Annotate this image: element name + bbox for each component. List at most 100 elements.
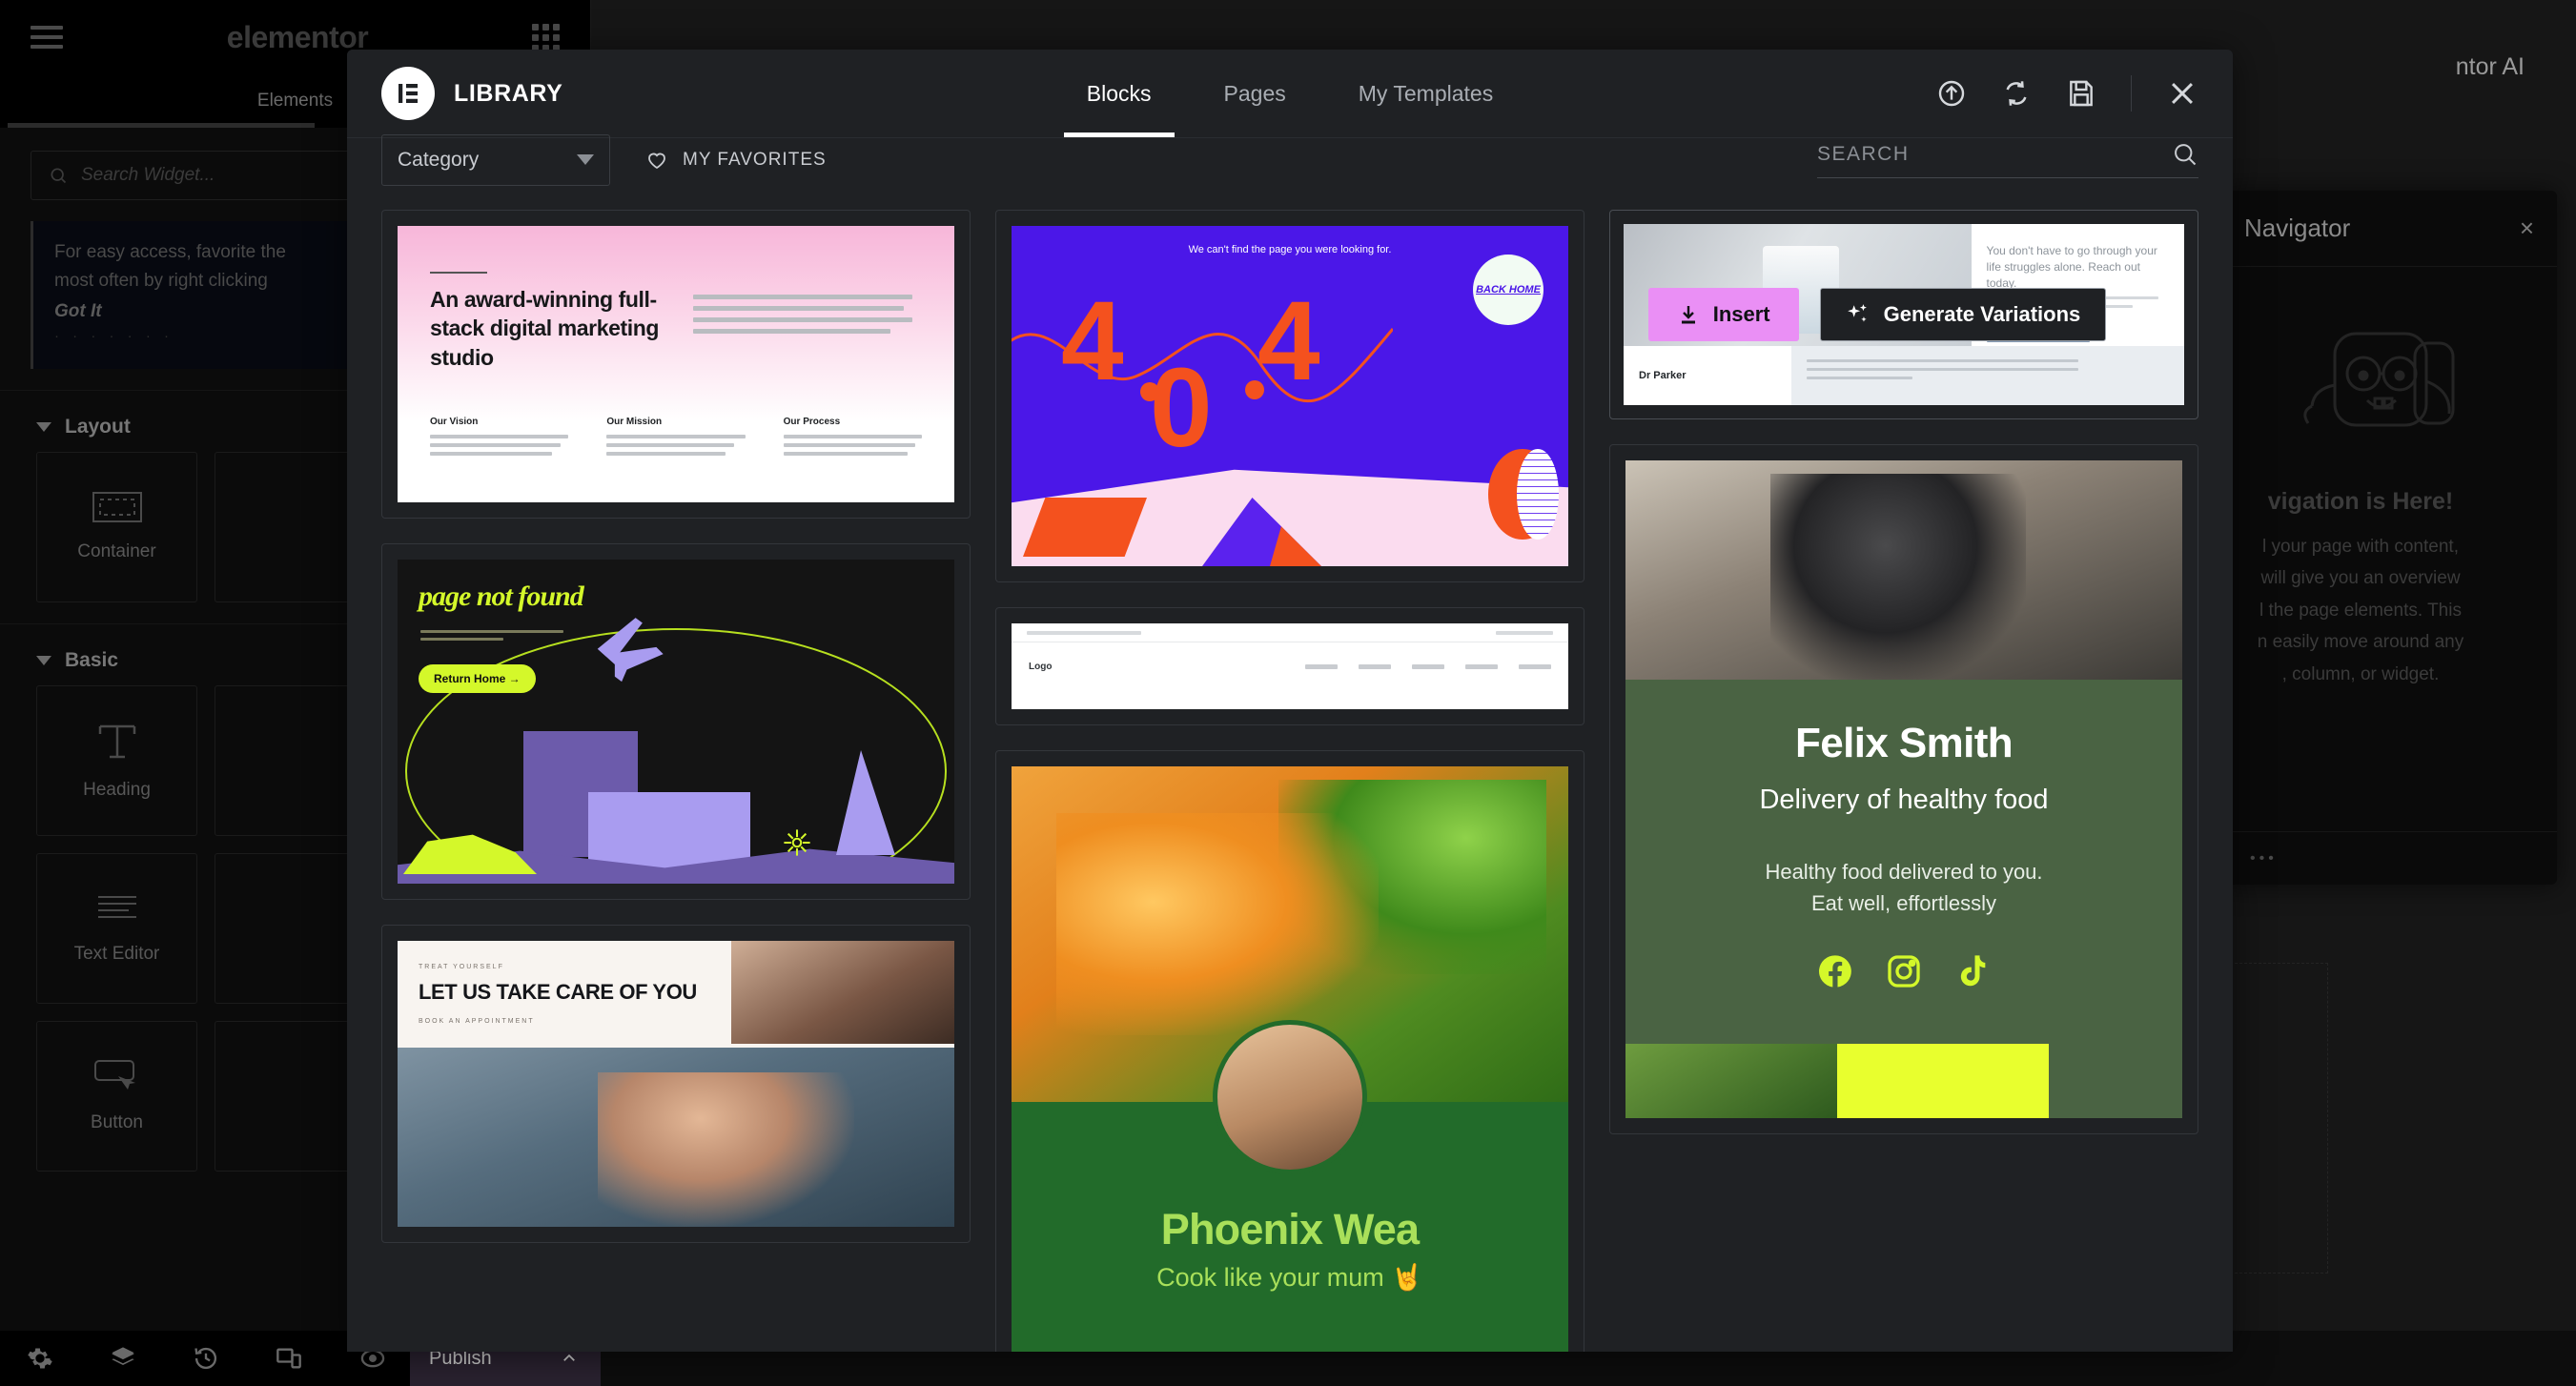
template-card[interactable]: An award-winning full-stack digital mark… xyxy=(381,210,971,519)
download-icon xyxy=(1681,306,1695,324)
search-icon xyxy=(2175,144,2197,166)
widget-text-editor[interactable]: Text Editor xyxy=(36,853,197,1005)
thumb-column: Our Process xyxy=(783,417,922,460)
menu-icon[interactable] xyxy=(31,26,63,49)
template-card[interactable]: Logo xyxy=(995,607,1584,725)
favorite-button[interactable] xyxy=(2127,299,2159,330)
thumb-description: Healthy food delivered to you. Eat well,… xyxy=(1625,856,2182,919)
category-select[interactable]: Category xyxy=(381,133,610,186)
template-library-modal: LIBRARY Blocks Pages My Templates Catego… xyxy=(347,50,2233,1352)
template-thumbnail: We can't find the page you were looking … xyxy=(1012,226,1568,566)
template-thumbnail: Logo xyxy=(1012,623,1568,709)
tab-blocks[interactable]: Blocks xyxy=(1051,50,1188,137)
tab-elements[interactable]: Elements xyxy=(257,91,333,112)
navigator-empty-line-0: l your page with content, xyxy=(2262,537,2459,557)
generate-variations-button[interactable]: Generate Variations xyxy=(1819,288,2107,341)
generate-variations-label: Generate Variations xyxy=(1883,302,2081,326)
thumb-logo: Logo xyxy=(1029,661,1053,672)
section-title-basic: Basic xyxy=(65,649,119,672)
grid-apps-icon[interactable] xyxy=(532,23,560,51)
thumb-footer: Dr Parker xyxy=(1624,346,2184,405)
thumb-subtitle: Delivery of healthy food xyxy=(1759,785,2049,815)
navigator-panel: Navigator × vigation is Here! l your pag… xyxy=(2221,191,2557,885)
navigator-empty-line-1: will give you an overview xyxy=(2260,568,2461,589)
insert-button[interactable]: Insert xyxy=(1647,288,1799,341)
chevron-up-icon xyxy=(563,1354,575,1361)
thumb-dot xyxy=(1140,382,1159,401)
tab-underline xyxy=(8,123,315,128)
thumb-text-block: TREAT YOURSELF LET US TAKE CARE OF YOU B… xyxy=(398,941,732,1048)
insert-label: Insert xyxy=(1712,302,1770,326)
thumb-dot xyxy=(1245,380,1264,399)
widget-label: Text Editor xyxy=(73,944,160,965)
thumb-strip-accent xyxy=(1836,1044,2049,1118)
widget-container[interactable]: Container xyxy=(36,452,197,603)
thumb-link: BOOK AN APPOINTMENT xyxy=(419,1018,535,1025)
navigator-footer[interactable]: ••• xyxy=(2221,831,2557,885)
text-editor-icon xyxy=(97,896,136,919)
widget-button[interactable]: Button xyxy=(36,1021,197,1172)
thumb-row-top: TREAT YOURSELF LET US TAKE CARE OF YOU B… xyxy=(398,941,954,1048)
my-favorites-label: MY FAVORITES xyxy=(683,149,827,170)
template-thumbnail: Phoenix Wea Cook like your mum 🤘 xyxy=(1012,766,1568,1352)
my-favorites-filter[interactable]: MY FAVORITES xyxy=(644,149,827,172)
template-card[interactable]: page not found Return Home → xyxy=(381,543,971,900)
thumb-column-title: Our Mission xyxy=(606,417,663,427)
thumb-digit: 0 xyxy=(1150,345,1213,471)
thumb-kicker xyxy=(430,272,487,274)
template-card-hovered[interactable]: You don't have to go through your life s… xyxy=(1609,210,2198,419)
thumb-kicker: TREAT YOURSELF xyxy=(419,964,504,970)
library-search[interactable]: SEARCH xyxy=(1817,141,2198,178)
responsive-icon[interactable] xyxy=(275,1345,303,1372)
save-icon[interactable] xyxy=(2066,78,2096,109)
thumb-caption: We can't find the page you were looking … xyxy=(1188,244,1392,255)
sync-icon[interactable] xyxy=(2001,78,2032,109)
library-title: LIBRARY xyxy=(454,79,563,107)
gear-icon[interactable] xyxy=(27,1345,53,1372)
thumb-title: page not found xyxy=(419,581,584,612)
thumb-column-title: Our Vision xyxy=(430,417,479,427)
button-icon xyxy=(93,1060,135,1090)
sparkles-icon xyxy=(1847,304,1867,322)
tab-my-templates[interactable]: My Templates xyxy=(1322,50,1529,137)
thumb-digit: 4 xyxy=(1061,278,1124,404)
thumb-bottom-strip xyxy=(1625,1044,2182,1118)
tab-pages[interactable]: Pages xyxy=(1188,50,1322,137)
import-icon[interactable] xyxy=(1936,78,1967,109)
thumb-nav-links xyxy=(1305,663,1551,669)
thumb-column: Our Mission xyxy=(606,417,746,460)
template-card[interactable]: Phoenix Wea Cook like your mum 🤘 xyxy=(995,750,1584,1352)
history-icon[interactable] xyxy=(193,1345,219,1372)
template-card[interactable]: We can't find the page you were looking … xyxy=(995,210,1584,582)
thumb-body-lines xyxy=(693,295,912,340)
thumb-button: Return Home → xyxy=(419,664,536,693)
layers-icon[interactable] xyxy=(109,1345,137,1372)
thumb-description-line-1: Eat well, effortlessly xyxy=(1810,891,1996,915)
template-card[interactable]: Felix Smith Delivery of healthy food Hea… xyxy=(1609,444,2198,1134)
thumb-column: Our Vision xyxy=(430,417,569,460)
thumb-doctor-name: Dr Parker xyxy=(1639,370,1687,381)
thumb-footer-brand: Dr Parker xyxy=(1624,346,1792,405)
widget-heading[interactable]: Heading xyxy=(36,685,197,837)
heading-icon xyxy=(98,724,135,759)
elementor-ai-label: ntor AI xyxy=(2455,53,2525,80)
library-header: LIBRARY Blocks Pages My Templates xyxy=(347,50,2233,137)
thumb-spa-image xyxy=(398,1048,954,1227)
got-it-link[interactable]: Got It xyxy=(54,301,102,322)
thumb-social-links xyxy=(1625,952,2182,990)
thumb-cylinder xyxy=(1488,449,1559,540)
thumb-column-title: Our Process xyxy=(783,417,841,427)
library-search-placeholder: SEARCH xyxy=(1817,143,1910,165)
close-icon[interactable]: × xyxy=(2520,214,2534,243)
navigator-header: Navigator × xyxy=(2221,191,2557,267)
close-icon[interactable] xyxy=(2166,77,2198,110)
category-select-value: Category xyxy=(398,148,480,171)
section-title-layout: Layout xyxy=(65,416,131,438)
thumb-name: Phoenix Wea xyxy=(1160,1205,1420,1254)
thumb-portrait-image xyxy=(731,941,954,1048)
library-header-actions xyxy=(1936,75,2198,112)
template-card[interactable]: TREAT YOURSELF LET US TAKE CARE OF YOU B… xyxy=(381,925,971,1243)
tiktok-icon xyxy=(1960,955,1986,987)
thumb-strip-blank xyxy=(2048,1044,2182,1118)
library-toolbar: Category MY FAVORITES SEARCH xyxy=(347,133,2233,191)
